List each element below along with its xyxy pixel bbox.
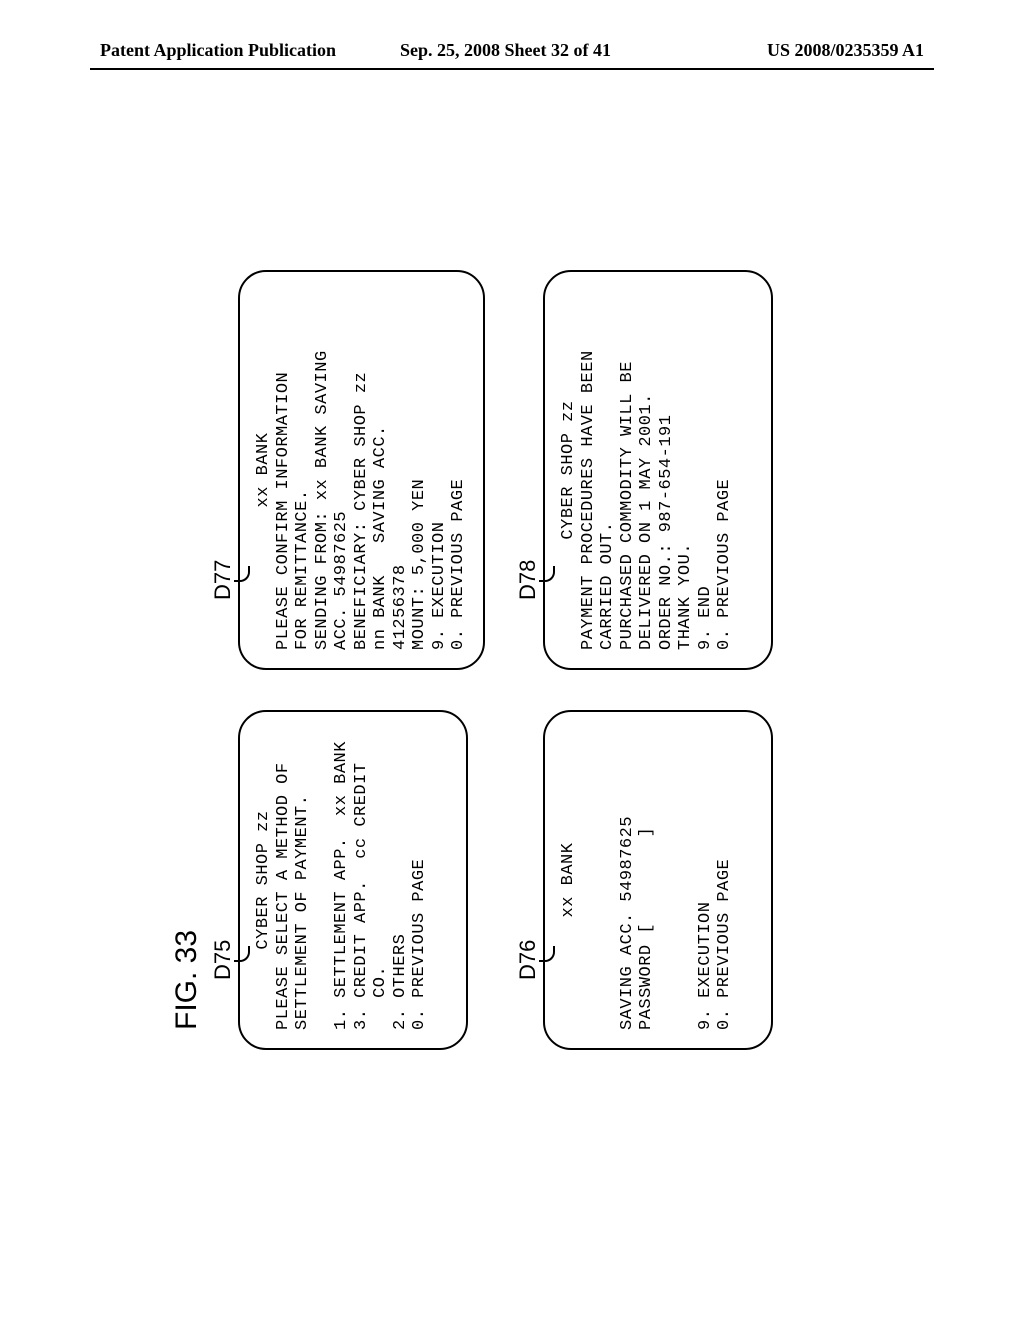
d77-l4: ACC. 54987625 [332, 511, 351, 650]
d75-opt3b: CO. [371, 966, 390, 1030]
screen-d76: xx BANK SAVING ACC. 54987625 PASSWORD [ … [543, 710, 773, 1050]
d77-l1: PLEASE CONFIRM INFORMATION [274, 372, 293, 650]
d78-l4: DELIVERED ON 1 MAY 2001. [637, 393, 656, 650]
d78-l1: PAYMENT PROCEDURES HAVE BEEN [579, 350, 598, 650]
d78-l6: THANK YOU. [676, 543, 695, 650]
d78-title: CYBER SHOP zz [559, 290, 579, 650]
d78-l9: 9. END [696, 586, 715, 650]
screen-d78: CYBER SHOP zzPAYMENT PROCEDURES HAVE BEE… [543, 270, 773, 670]
screen-tag-d75: D75 [210, 940, 236, 980]
d75-opt3: 3. CREDIT APP. cc CREDIT [352, 762, 371, 1030]
d76-l2: PASSWORD [ ] [637, 827, 656, 1030]
d76-l1: SAVING ACC. 54987625 [618, 816, 637, 1030]
d75-opt2: 2. OTHERS [391, 934, 410, 1030]
d77-l7: 41256378 [391, 564, 410, 650]
d76-l9: 9. EXECUTION [696, 902, 715, 1030]
screen-d77: xx BANKPLEASE CONFIRM INFORMATION FOR RE… [238, 270, 485, 670]
d77-l5: BENEFICIARY: CYBER SHOP zz [352, 372, 371, 650]
header-right: US 2008/0235359 A1 [767, 40, 924, 61]
d77-l8: MOUNT: 5,000 YEN [410, 479, 429, 650]
d77-l10: 0. PREVIOUS PAGE [449, 479, 468, 650]
d75-line1: PLEASE SELECT A METHOD OF [274, 762, 293, 1030]
d76-title: xx BANK [559, 730, 579, 1030]
d76-l10: 0. PREVIOUS PAGE [715, 859, 734, 1030]
d77-l6: nn BANK SAVING ACC. [371, 425, 390, 650]
header-left: Patent Application Publication [100, 40, 336, 61]
d77-l2: FOR REMITTANCE. [293, 489, 312, 650]
d75-opt0: 0. PREVIOUS PAGE [410, 859, 429, 1030]
header-rule [90, 68, 934, 70]
d77-l3: SENDING FROM: xx BANK SAVING [313, 350, 332, 650]
figure-label: FIG. 33 [170, 930, 204, 1030]
screen-tag-d78: D78 [515, 560, 541, 600]
screen-d75: CYBER SHOP zzPLEASE SELECT A METHOD OF S… [238, 710, 468, 1050]
d77-title: xx BANK [254, 290, 274, 650]
header-center: Sep. 25, 2008 Sheet 32 of 41 [400, 40, 700, 61]
d75-title: CYBER SHOP zz [254, 730, 274, 1030]
d78-l2: CARRIED OUT. [598, 522, 617, 650]
d77-l9: 9. EXECUTION [430, 522, 449, 650]
screen-tag-d77: D77 [210, 560, 236, 600]
d75-line2: SETTLEMENT OF PAYMENT. [293, 795, 312, 1030]
screen-tag-d76: D76 [515, 940, 541, 980]
d78-l5: ORDER NO.: 987-654-191 [657, 415, 676, 650]
d78-l3: PURCHASED COMMODITY WILL BE [618, 361, 637, 650]
d75-opt1: 1. SETTLEMENT APP. xx BANK [332, 741, 351, 1030]
d78-l10: 0. PREVIOUS PAGE [715, 479, 734, 650]
figure-33: FIG. 33 D75 CYBER SHOP zzPLEASE SELECT A… [110, 290, 870, 990]
